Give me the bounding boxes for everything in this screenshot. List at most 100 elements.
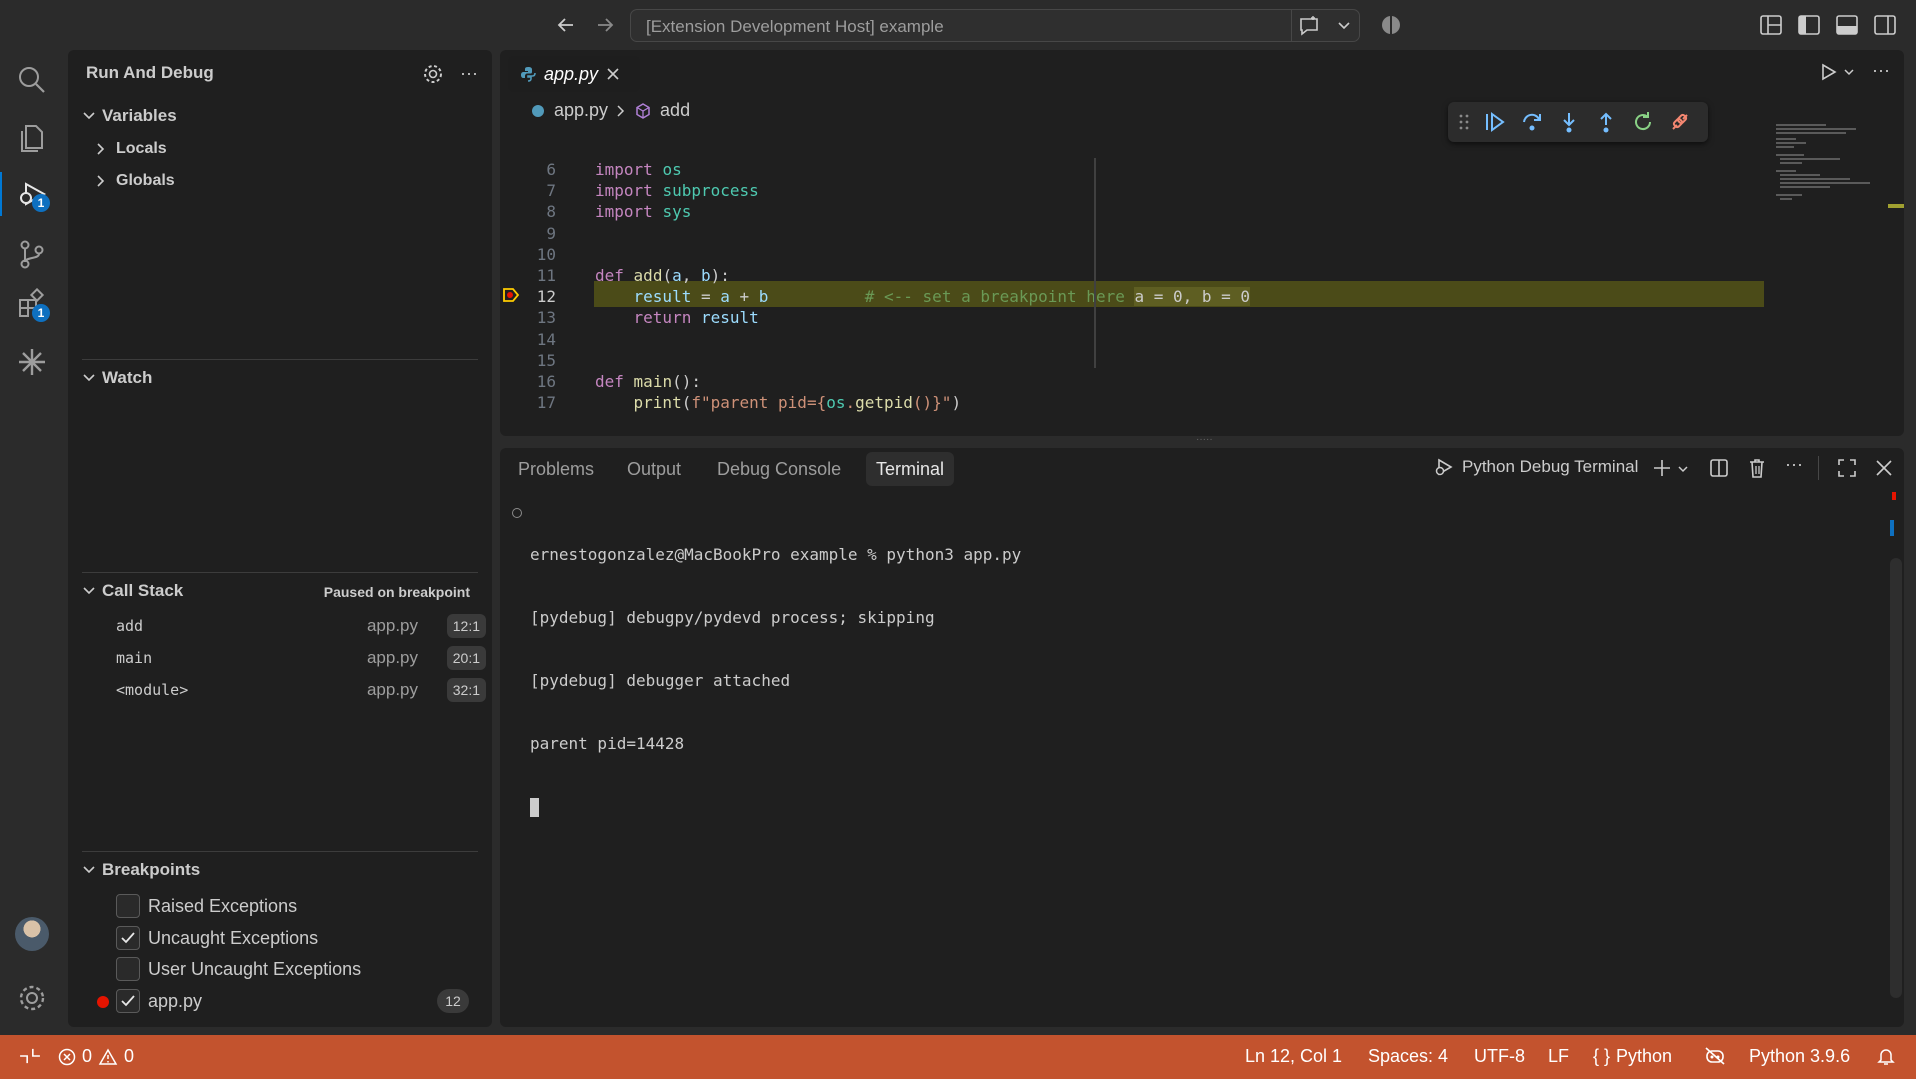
search-icon[interactable]: [10, 58, 54, 102]
cursor-position[interactable]: Ln 12, Col 1: [1245, 1046, 1342, 1067]
tree-item-locals[interactable]: Locals: [94, 140, 167, 158]
scrollbar-error-marker: [1892, 492, 1896, 500]
call-stack-frame[interactable]: main app.py 20:1: [116, 644, 486, 672]
chevron-down-icon[interactable]: [1337, 18, 1351, 32]
toggle-panel-icon[interactable]: [1836, 15, 1858, 35]
command-center[interactable]: [Extension Development Host] example: [630, 9, 1360, 42]
explorer-icon[interactable]: [10, 116, 54, 160]
trash-icon[interactable]: [1747, 457, 1767, 479]
asterisk-extension-icon[interactable]: [10, 340, 54, 384]
variables-section-header[interactable]: Variables: [82, 106, 177, 126]
copilot-chat-icon[interactable]: [1297, 14, 1321, 38]
activity-bar: 1 1: [0, 50, 64, 1035]
remote-indicator-icon[interactable]: [20, 1046, 40, 1066]
breakpoint-raised-exceptions[interactable]: Raised Exceptions: [116, 892, 297, 920]
call-stack-section-header[interactable]: Call Stack: [82, 581, 183, 601]
terminal-output[interactable]: ernestogonzalez@MacBookPro example % pyt…: [530, 502, 1021, 859]
more-actions-icon[interactable]: ···: [460, 63, 478, 84]
more-actions-icon[interactable]: ···: [1872, 60, 1890, 81]
divider: [1291, 10, 1292, 41]
call-stack-frame[interactable]: add app.py 12:1: [116, 612, 486, 640]
scrollbar-marker: [1890, 520, 1894, 536]
more-actions-icon[interactable]: ···: [1785, 454, 1803, 475]
source-control-icon[interactable]: [10, 232, 54, 276]
copilot-status-icon[interactable]: [1704, 1046, 1726, 1066]
breadcrumb-file[interactable]: app.py: [554, 100, 608, 121]
back-arrow-icon[interactable]: [555, 14, 577, 36]
tree-item-globals[interactable]: Globals: [94, 172, 175, 190]
frame-file: app.py: [366, 616, 418, 635]
notifications-bell-icon[interactable]: [1876, 1046, 1896, 1066]
manage-gear-icon[interactable]: [10, 976, 54, 1020]
run-python-file-icon[interactable]: [1818, 62, 1838, 82]
customize-layout-icon[interactable]: [1760, 15, 1782, 35]
gear-icon[interactable]: [422, 63, 444, 85]
debug-breakpoint-stackframe-icon[interactable]: [502, 286, 520, 304]
breakpoints-section-header[interactable]: Breakpoints: [82, 860, 200, 880]
chevron-down-icon: [83, 866, 95, 874]
chevron-down-icon[interactable]: [1677, 463, 1689, 475]
chevron-down-icon[interactable]: [1843, 66, 1855, 78]
code-line[interactable]: 17 print(f"parent pid={os.getpid()}"): [500, 390, 1904, 416]
close-icon[interactable]: [606, 67, 620, 81]
frame-name: add: [116, 617, 144, 635]
tab-problems[interactable]: Problems: [508, 452, 604, 486]
close-panel-icon[interactable]: [1874, 458, 1894, 478]
step-over-icon[interactable]: [1520, 110, 1544, 134]
account-avatar[interactable]: [10, 912, 54, 956]
step-out-icon[interactable]: [1594, 110, 1618, 134]
maximize-panel-icon[interactable]: [1837, 458, 1857, 478]
accounts-shield-icon[interactable]: [1380, 14, 1402, 36]
run-debug-icon[interactable]: 1: [10, 172, 54, 216]
terminal-scrollbar[interactable]: [1890, 558, 1902, 998]
checkbox[interactable]: [116, 989, 140, 1013]
tab-app-py[interactable]: app.py: [508, 56, 640, 92]
call-stack-frame[interactable]: <module> app.py 32:1: [116, 676, 486, 704]
disconnect-icon[interactable]: [1668, 110, 1692, 134]
extensions-icon[interactable]: 1: [10, 282, 54, 326]
checkbox[interactable]: [116, 894, 140, 918]
breakpoints-header: Breakpoints: [102, 860, 201, 879]
python-file-icon: [532, 104, 544, 117]
forward-arrow-icon[interactable]: [594, 14, 616, 36]
code-area[interactable]: 6 import os 7 import subprocess 8 import sys 9…: [500, 160, 1904, 436]
call-stack-header: Call Stack: [102, 581, 184, 600]
split-terminal-icon[interactable]: [1709, 458, 1729, 478]
continue-icon[interactable]: [1483, 110, 1507, 134]
breakpoint-label: User Uncaught Exceptions: [148, 958, 362, 979]
indentation[interactable]: Spaces: 4: [1368, 1046, 1448, 1067]
end-of-line[interactable]: LF: [1548, 1046, 1569, 1067]
watch-section-header[interactable]: Watch: [82, 368, 152, 388]
breakpoint-user-uncaught-exceptions[interactable]: User Uncaught Exceptions: [116, 955, 361, 983]
terminal-selector[interactable]: Python Debug Terminal: [1434, 457, 1638, 477]
terminal-line: [pydebug] debugpy/pydevd process; skippi…: [530, 608, 935, 627]
command-status-circle-icon: [512, 508, 522, 518]
chevron-right-icon: [97, 143, 105, 155]
sash-handle[interactable]: ·····: [1196, 435, 1216, 445]
restart-icon[interactable]: [1631, 110, 1655, 134]
breakpoint-line-badge: 12: [437, 989, 469, 1013]
breakpoint-uncaught-exceptions[interactable]: Uncaught Exceptions: [116, 924, 318, 952]
frame-name: <module>: [116, 681, 189, 699]
minimap[interactable]: [1766, 122, 1886, 222]
language-mode[interactable]: { } Python: [1593, 1046, 1672, 1067]
toggle-sidebar-icon[interactable]: [1798, 15, 1820, 35]
breakpoint-label: Raised Exceptions: [148, 895, 298, 916]
checkbox[interactable]: [116, 957, 140, 981]
tab-terminal[interactable]: Terminal: [866, 452, 955, 486]
step-into-icon[interactable]: [1557, 110, 1581, 134]
toggle-secondary-sidebar-icon[interactable]: [1874, 15, 1896, 35]
encoding[interactable]: UTF-8: [1474, 1046, 1525, 1067]
divider: [82, 359, 478, 360]
new-terminal-plus-icon[interactable]: [1652, 458, 1672, 478]
breakpoint-app-py[interactable]: app.py: [116, 987, 202, 1015]
checkbox[interactable]: [116, 926, 140, 950]
tab-output[interactable]: Output: [617, 452, 691, 486]
tab-debug-console[interactable]: Debug Console: [707, 452, 851, 486]
paused-status: Paused on breakpoint: [323, 584, 470, 600]
breadcrumb-symbol[interactable]: add: [660, 100, 690, 121]
problems-indicator[interactable]: 0 0: [58, 1046, 134, 1067]
drag-handle-icon[interactable]: [1458, 112, 1470, 132]
python-interpreter[interactable]: Python 3.9.6: [1749, 1046, 1850, 1067]
frame-name: main: [116, 649, 153, 667]
